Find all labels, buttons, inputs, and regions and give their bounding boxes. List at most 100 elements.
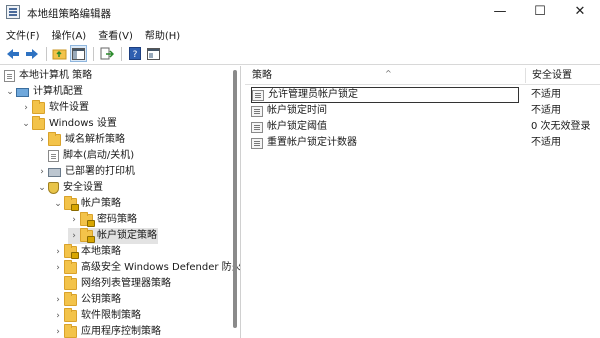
tree-label: 安全设置 <box>63 182 103 193</box>
forward-arrow-icon[interactable] <box>23 45 40 62</box>
menu-bar: 文件(F) 操作(A) 查看(V) 帮助(H) <box>0 25 600 43</box>
chevron-right-icon[interactable]: › <box>68 212 80 228</box>
policy-item-icon <box>252 89 264 101</box>
close-button[interactable]: ✕ <box>560 0 600 25</box>
policy-name: 帐户锁定阈值 <box>267 121 327 132</box>
chevron-down-icon[interactable]: ⌄ <box>20 116 32 132</box>
tree-item-local-policies[interactable]: › 本地策略 <box>52 244 121 260</box>
policy-item-icon <box>251 137 263 149</box>
chevron-down-icon[interactable]: ⌄ <box>4 84 16 100</box>
security-icon <box>48 182 59 194</box>
show-hide-tree-icon[interactable] <box>70 45 87 62</box>
tree-item-password-policy[interactable]: › 密码策略 <box>68 212 137 228</box>
tree-item-printers[interactable]: › 已部署的打印机 <box>36 164 135 180</box>
printer-icon <box>48 167 61 177</box>
chevron-right-icon[interactable]: › <box>52 260 64 276</box>
column-header-label: 策略 <box>252 70 272 81</box>
back-arrow-icon[interactable] <box>4 45 21 62</box>
toolbar-separator <box>93 46 94 61</box>
navigation-tree: 本地计算机 策略 ⌄ 计算机配置 › 软件设置 ⌄ Windows 设置 › 域… <box>0 66 241 338</box>
tree-item-firewall[interactable]: › 高级安全 Windows Defender 防火墙 <box>52 260 241 276</box>
menu-action[interactable]: 操作(A) <box>46 25 93 43</box>
chevron-down-icon[interactable]: ⌄ <box>36 180 48 196</box>
policy-item-icon <box>251 105 263 117</box>
policy-name: 帐户锁定时间 <box>267 105 327 116</box>
tree-label: 网络列表管理器策略 <box>81 278 171 289</box>
locked-folder-icon <box>80 228 95 243</box>
chevron-down-icon[interactable]: ⌄ <box>52 196 64 212</box>
tree-scrollbar[interactable] <box>233 70 237 328</box>
toolbar: ? <box>0 43 600 65</box>
menu-file[interactable]: 文件(F) <box>0 25 46 43</box>
chevron-right-icon[interactable]: › <box>52 324 64 338</box>
tree-label: 本地计算机 策略 <box>19 70 93 81</box>
tree-label: 帐户锁定策略 <box>97 230 157 241</box>
list-row[interactable]: 允许管理员帐户锁定 <box>251 87 519 103</box>
minimize-button[interactable]: — <box>480 0 520 25</box>
maximize-button[interactable]: ☐ <box>520 0 560 25</box>
properties-icon[interactable] <box>145 45 162 62</box>
tree-label: 高级安全 Windows Defender 防火墙 <box>81 262 241 273</box>
title-bar: 本地组策略编辑器 — ☐ ✕ <box>0 0 600 25</box>
policy-item-icon <box>251 121 263 133</box>
chevron-right-icon[interactable]: › <box>20 100 32 116</box>
tree-label: 公钥策略 <box>81 294 121 305</box>
locked-folder-icon <box>64 244 79 259</box>
tree-label: Windows 设置 <box>49 118 117 129</box>
chevron-right-icon[interactable]: › <box>36 132 48 148</box>
chevron-right-icon[interactable]: › <box>52 308 64 324</box>
up-folder-icon[interactable] <box>51 45 68 62</box>
folder-icon <box>64 292 77 306</box>
tree-item-security-settings[interactable]: ⌄ 安全设置 <box>36 180 103 196</box>
chevron-right-icon[interactable]: › <box>52 244 64 260</box>
tree-label: 软件限制策略 <box>81 310 141 321</box>
chevron-right-icon[interactable]: › <box>52 292 64 308</box>
list-row[interactable]: 帐户锁定时间 <box>251 103 327 119</box>
export-list-icon[interactable] <box>98 45 115 62</box>
policy-setting: 0 次无效登录 <box>531 121 591 132</box>
folder-icon <box>64 260 77 274</box>
chevron-right-icon[interactable]: › <box>68 228 80 244</box>
tree-label: 计算机配置 <box>33 86 83 97</box>
policy-name: 重置帐户锁定计数器 <box>267 137 357 148</box>
tree-item-account-policies[interactable]: ⌄ 帐户策略 <box>52 196 121 212</box>
tree-label: 本地策略 <box>81 246 121 257</box>
menu-view[interactable]: 查看(V) <box>92 25 139 43</box>
policy-setting: 不适用 <box>531 89 561 100</box>
help-icon[interactable]: ? <box>126 45 143 62</box>
tree-item-computer-config[interactable]: ⌄ 计算机配置 <box>4 84 83 100</box>
tree-item-software-restriction[interactable]: › 软件限制策略 <box>52 308 141 324</box>
column-header-setting[interactable]: 安全设置 <box>525 66 600 85</box>
folder-icon <box>48 132 61 146</box>
tree-item-name-resolution[interactable]: › 域名解析策略 <box>36 132 125 148</box>
tree-item-software-settings[interactable]: › 软件设置 <box>20 100 89 116</box>
window-title: 本地组策略编辑器 <box>27 8 111 20</box>
tree-label: 软件设置 <box>49 102 89 113</box>
policy-setting: 不适用 <box>531 137 561 148</box>
svg-text:?: ? <box>132 50 137 60</box>
folder-icon <box>32 100 45 114</box>
policy-document-icon <box>4 70 15 82</box>
folder-icon <box>64 308 77 322</box>
tree-item-windows-settings[interactable]: ⌄ Windows 设置 <box>20 116 117 132</box>
tree-item-scripts[interactable]: 脚本(启动/关机) <box>48 148 134 164</box>
tree-item-root[interactable]: 本地计算机 策略 <box>4 68 92 84</box>
locked-folder-icon <box>80 212 95 227</box>
policy-setting: 不适用 <box>531 105 561 116</box>
list-row[interactable]: 帐户锁定阈值 <box>251 119 327 135</box>
tree-item-app-control[interactable]: › 应用程序控制策略 <box>52 324 161 338</box>
chevron-right-icon[interactable]: › <box>36 164 48 180</box>
tree-label: 帐户策略 <box>81 198 121 209</box>
sort-ascending-icon: ^ <box>385 69 392 78</box>
menu-help[interactable]: 帮助(H) <box>139 25 186 43</box>
tree-item-network-list[interactable]: 网络列表管理器策略 <box>64 276 171 292</box>
column-header-policy[interactable]: 策略 ^ <box>245 66 525 85</box>
tree-label: 域名解析策略 <box>65 134 125 145</box>
tree-item-lockout-policy[interactable]: › 帐户锁定策略 <box>68 228 158 244</box>
list-row[interactable]: 重置帐户锁定计数器 <box>251 135 357 151</box>
folder-icon <box>64 324 77 338</box>
script-icon <box>48 150 59 162</box>
tree-item-public-key[interactable]: › 公钥策略 <box>52 292 121 308</box>
toolbar-separator <box>46 46 47 61</box>
toolbar-separator <box>121 46 122 61</box>
